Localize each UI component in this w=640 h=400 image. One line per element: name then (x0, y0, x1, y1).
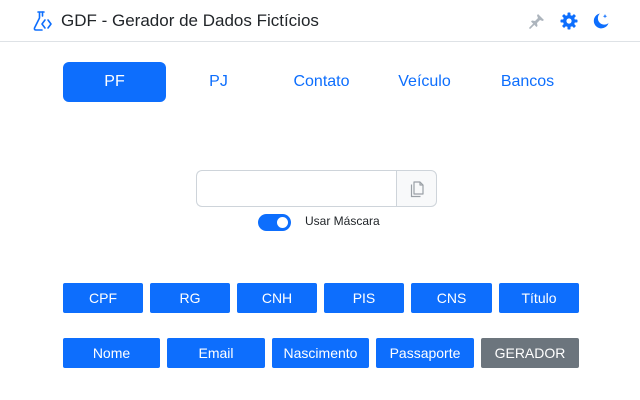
cnh-button[interactable]: CNH (237, 283, 317, 313)
tab-bancos[interactable]: Bancos (476, 62, 579, 102)
flask-icon (33, 11, 52, 31)
cns-button[interactable]: CNS (411, 283, 492, 313)
nascimento-button[interactable]: Nascimento (272, 338, 369, 368)
toggle-knob (277, 217, 288, 228)
result-group (196, 170, 437, 207)
mask-toggle-label: Usar Máscara (305, 214, 380, 228)
copy-icon (410, 181, 424, 198)
pin-icon[interactable] (527, 11, 547, 31)
moon-icon[interactable] (591, 11, 611, 31)
cpf-button[interactable]: CPF (63, 283, 143, 313)
app-title: GDF - Gerador de Dados Fictícios (61, 11, 319, 30)
result-field[interactable] (196, 170, 397, 207)
tab-contato[interactable]: Contato (270, 62, 373, 102)
tab-pf[interactable]: PF (63, 62, 166, 102)
pis-button[interactable]: PIS (324, 283, 404, 313)
gerador-button[interactable]: GERADOR (481, 338, 579, 368)
rg-button[interactable]: RG (150, 283, 230, 313)
tab-veiculo[interactable]: Veículo (373, 62, 476, 102)
copy-button[interactable] (396, 170, 437, 207)
app-header: GDF - Gerador de Dados Fictícios (0, 0, 640, 42)
passaporte-button[interactable]: Passaporte (376, 338, 474, 368)
nome-button[interactable]: Nome (63, 338, 160, 368)
mask-toggle[interactable] (258, 214, 291, 231)
titulo-button[interactable]: Título (499, 283, 579, 313)
tab-pj[interactable]: PJ (167, 62, 270, 102)
gear-icon[interactable] (559, 11, 579, 31)
email-button[interactable]: Email (167, 338, 265, 368)
